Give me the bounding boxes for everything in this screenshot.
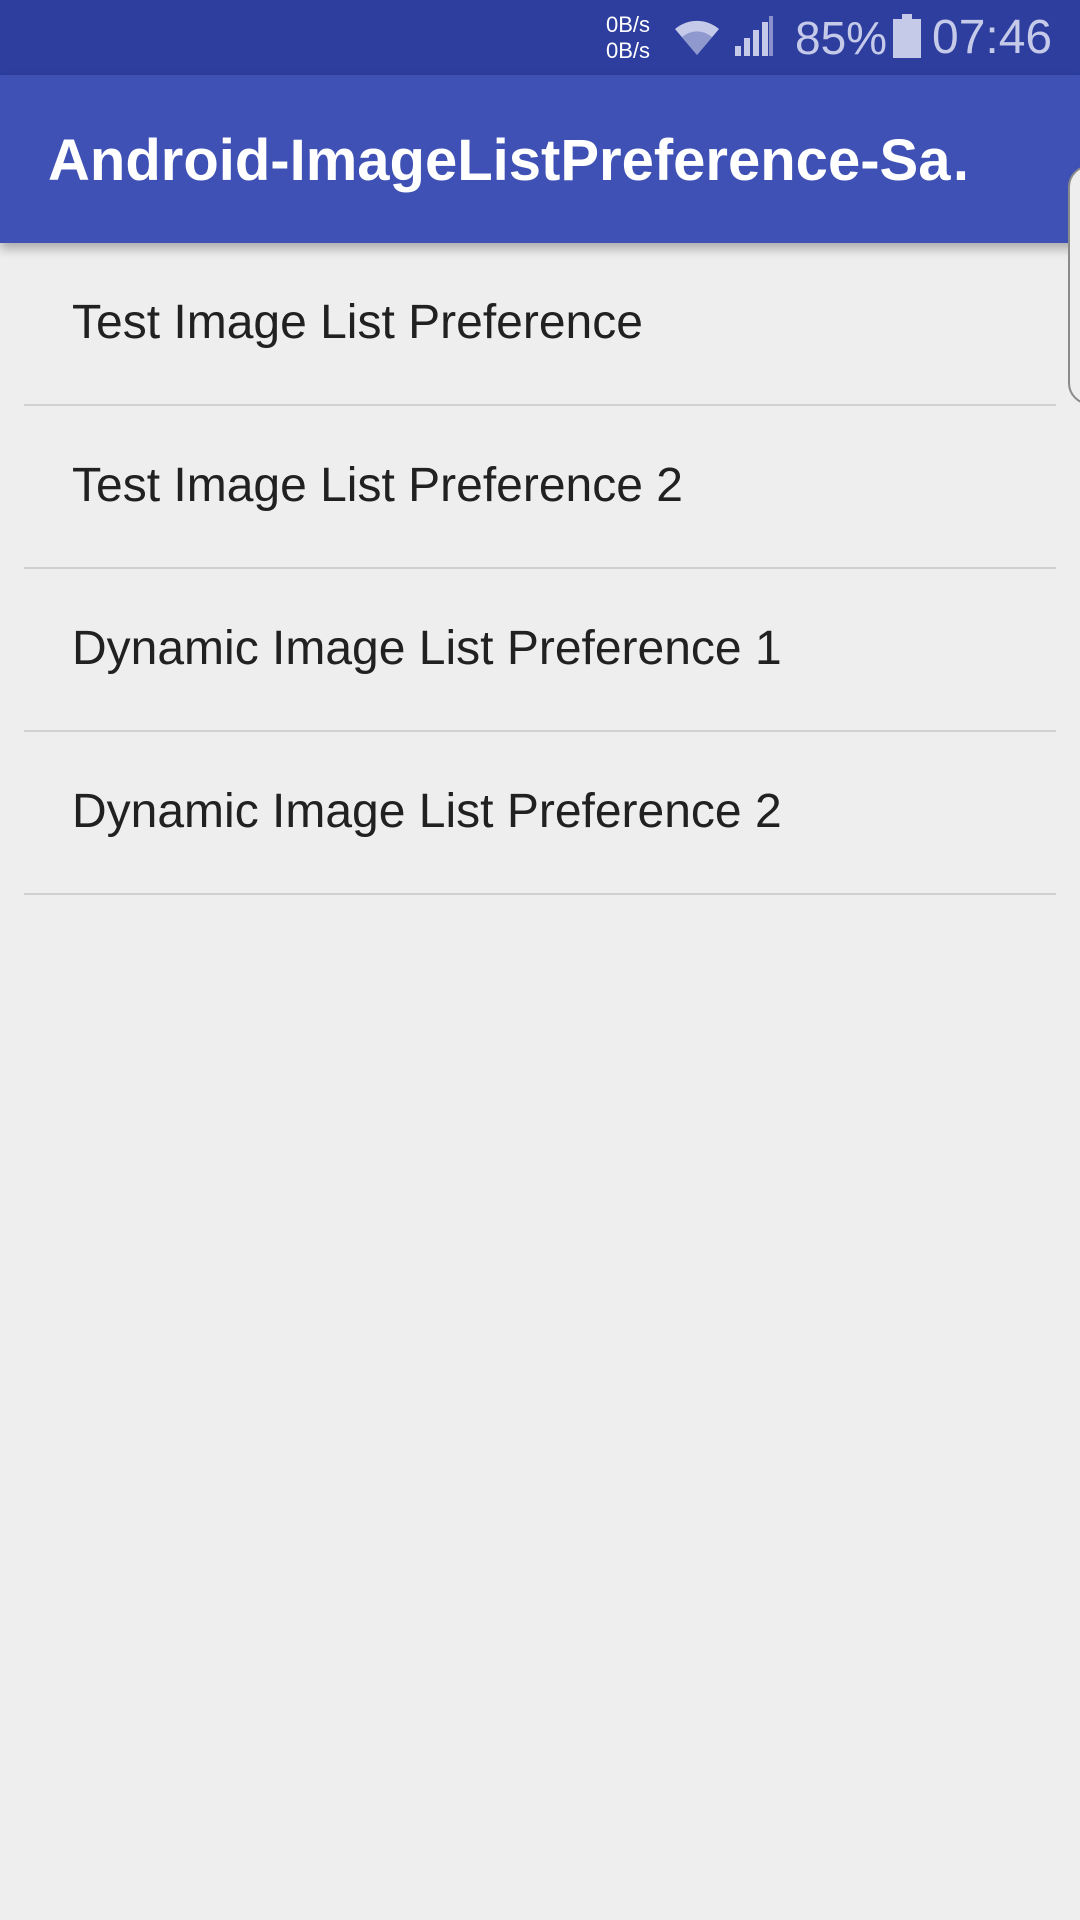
preference-title: Test Image List Preference: [72, 296, 643, 349]
preference-item[interactable]: Dynamic Image List Preference 1: [0, 569, 1080, 732]
network-speed: 0B/s 0B/s: [606, 12, 650, 64]
net-speed-up: 0B/s: [606, 12, 651, 37]
battery-icon: [893, 14, 921, 58]
edge-panel-handle[interactable]: [1068, 165, 1080, 405]
app-title: Android-ImageListPreference-Sa…: [48, 128, 968, 193]
app-bar: Android-ImageListPreference-Sa…: [0, 75, 1080, 243]
preference-item[interactable]: Dynamic Image List Preference 2: [0, 732, 1080, 895]
battery-percent: 85%: [795, 12, 888, 64]
clock: 07:46: [932, 11, 1053, 64]
preference-title: Dynamic Image List Preference 2: [72, 785, 782, 838]
net-speed-down: 0B/s: [606, 38, 651, 63]
status-bar: 0B/s 0B/s 85% 07:46: [0, 0, 1080, 75]
preference-title: Test Image List Preference 2: [72, 459, 683, 512]
signal-icon: [735, 16, 773, 56]
wifi-icon: [675, 20, 719, 55]
preference-item[interactable]: Test Image List Preference 2: [0, 406, 1080, 569]
divider: [24, 893, 1056, 895]
preference-item[interactable]: Test Image List Preference: [0, 243, 1080, 406]
preference-title: Dynamic Image List Preference 1: [72, 622, 782, 675]
preference-list: Test Image List Preference Test Image Li…: [0, 243, 1080, 895]
